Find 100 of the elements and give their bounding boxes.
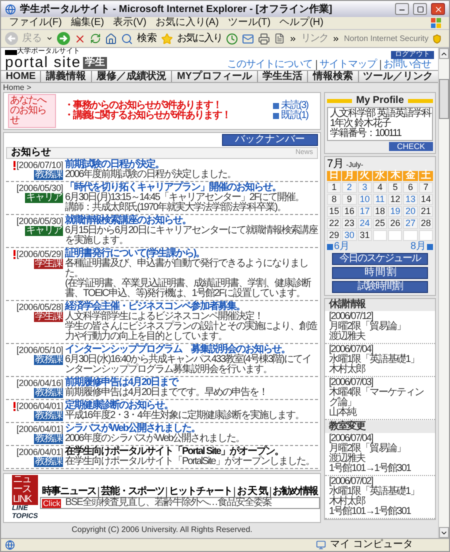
news-title[interactable]: 就職情報検索講座のお知らせ。 bbox=[65, 216, 318, 226]
nav-item[interactable]: HOME bbox=[1, 71, 40, 82]
menu-item[interactable]: ツール(T) bbox=[228, 18, 271, 28]
printer-icon[interactable] bbox=[258, 32, 270, 44]
calendar-day[interactable]: 10 bbox=[358, 194, 372, 205]
more-icon[interactable] bbox=[289, 34, 297, 42]
search-button[interactable]: 検索 bbox=[137, 34, 157, 44]
calendar-day[interactable]: 14 bbox=[418, 194, 433, 205]
news-body: 2006年度前期試験の日程が決定しました。 bbox=[65, 170, 238, 180]
ticker-tab[interactable]: ヒットチャート bbox=[166, 487, 234, 497]
calendar-day[interactable]: 20 bbox=[403, 206, 418, 217]
calendar-day[interactable]: 28 bbox=[418, 218, 433, 229]
news-title[interactable]: 前期試験の日程が決定。 bbox=[65, 160, 318, 170]
maximize-button[interactable] bbox=[413, 3, 427, 15]
calendar-day[interactable]: 21 bbox=[418, 206, 433, 217]
entry-text: [2006/07/03] bbox=[329, 378, 374, 388]
calendar-day[interactable]: 6 bbox=[403, 182, 418, 193]
calendar-day[interactable]: 17 bbox=[358, 206, 372, 217]
previous-month-link[interactable]: 6月 bbox=[327, 242, 350, 252]
history-icon[interactable] bbox=[226, 32, 238, 44]
calendar-day[interactable]: 5 bbox=[388, 182, 402, 193]
close-button[interactable] bbox=[431, 3, 445, 15]
document-icon[interactable] bbox=[274, 33, 285, 44]
calendar-day[interactable]: 18 bbox=[372, 206, 388, 217]
menu-item[interactable]: お気に入り(A) bbox=[155, 18, 219, 28]
calendar-day[interactable]: 15 bbox=[327, 206, 342, 217]
schedule-button[interactable]: 今日のスケジュール bbox=[332, 253, 428, 265]
calendar-day[interactable]: 30 bbox=[342, 230, 357, 241]
scroll-down-button[interactable] bbox=[439, 527, 449, 538]
calendar-day[interactable]: 8 bbox=[327, 194, 342, 205]
calendar-day[interactable]: 23 bbox=[342, 218, 357, 229]
nav-item[interactable]: MYプロフィール bbox=[171, 71, 257, 82]
calendar-day[interactable]: 25 bbox=[372, 218, 388, 229]
security-toolbar-button[interactable]: Norton Internet Security bbox=[344, 34, 428, 44]
notice-link[interactable]: 既読(1) bbox=[272, 111, 308, 121]
computer-icon bbox=[316, 540, 326, 550]
calendar-day[interactable]: 2 bbox=[342, 182, 357, 193]
calendar-day[interactable]: 27 bbox=[403, 218, 418, 229]
refresh-icon[interactable] bbox=[90, 33, 101, 44]
news-title[interactable]: インターンシッププログラム 募集説明会のお知らせ。 bbox=[65, 345, 318, 355]
news-title[interactable]: 証明書発行について(学生課から)。 bbox=[65, 249, 318, 259]
mail-icon[interactable] bbox=[242, 32, 254, 44]
news-title[interactable]: 前期履修申告は4月20日まで bbox=[65, 378, 318, 388]
home-icon[interactable] bbox=[105, 32, 117, 44]
ticker-tab[interactable]: お 天 気 bbox=[234, 487, 270, 497]
entry-text: 渡辺雅夫 bbox=[329, 454, 366, 464]
calendar-day[interactable]: 26 bbox=[388, 218, 402, 229]
star-icon[interactable] bbox=[161, 32, 173, 44]
favorites-button[interactable]: お気に入り bbox=[177, 34, 222, 44]
forward-arrow-icon[interactable] bbox=[57, 32, 70, 45]
calendar-day[interactable]: 19 bbox=[388, 206, 402, 217]
scroll-up-button[interactable] bbox=[439, 48, 449, 59]
search-icon[interactable] bbox=[121, 32, 133, 44]
calendar-day[interactable]: 31 bbox=[358, 230, 372, 241]
check-button[interactable]: CHECK bbox=[388, 142, 433, 151]
news-date: [2006/04/01] bbox=[16, 447, 63, 457]
nav-item[interactable]: 学生生活 bbox=[256, 71, 308, 82]
click-badge[interactable]: Click bbox=[42, 498, 62, 508]
ticker-tab[interactable]: お勧め情報 bbox=[270, 487, 320, 497]
minimize-button[interactable] bbox=[395, 3, 409, 15]
calendar-day[interactable]: 22 bbox=[327, 218, 342, 229]
nav-item[interactable]: 履修／成績状況 bbox=[90, 71, 172, 82]
entry-text: 1号館101→1号館301 bbox=[329, 464, 412, 474]
more-icon[interactable] bbox=[332, 34, 340, 42]
header-link[interactable]: このサイトについて bbox=[224, 60, 316, 70]
calendar-day[interactable]: 7 bbox=[418, 182, 433, 193]
calendar-day[interactable]: 9 bbox=[342, 194, 357, 205]
ticker-tab[interactable]: 芸能・スポーツ bbox=[98, 487, 166, 497]
menu-item[interactable]: 編集(E) bbox=[70, 18, 104, 28]
calendar-day[interactable]: 3 bbox=[358, 182, 372, 193]
calendar-day[interactable]: 12 bbox=[388, 194, 402, 205]
calendar-day[interactable]: 4 bbox=[372, 182, 388, 193]
stop-icon[interactable] bbox=[74, 32, 86, 44]
menu-item[interactable]: ヘルプ(H) bbox=[280, 18, 324, 28]
calendar-day[interactable]: 24 bbox=[358, 218, 372, 229]
schedule-button[interactable]: 時 間 割 bbox=[332, 267, 428, 279]
ticker-headline[interactable]: BSE全頭検査見直し、若齢牛除外へ…食品安全委案 bbox=[65, 498, 272, 508]
scroll-thumb[interactable] bbox=[439, 79, 449, 119]
news-title[interactable]: 「時代を切り拓くキャリアプラン」開催のお知らせ。 bbox=[65, 183, 318, 193]
nav-item[interactable]: 講義情報 bbox=[40, 71, 91, 82]
section-heading: 休講情報 bbox=[325, 299, 435, 311]
calendar-day[interactable]: 16 bbox=[342, 206, 357, 217]
back-number-button[interactable]: バックナンバー bbox=[222, 134, 318, 146]
menu-item[interactable]: 表示(V) bbox=[113, 18, 146, 28]
nav-item[interactable]: 情報検索 bbox=[307, 71, 358, 82]
news-title[interactable]: 経済学会主催・ビジネスコンペ参加者募集。 bbox=[65, 302, 318, 312]
schedule-button[interactable]: 試験時間割 bbox=[332, 281, 428, 293]
calendar-day[interactable]: 1 bbox=[327, 182, 342, 193]
news-title[interactable]: シラバスがWeb公開されました。 bbox=[65, 424, 318, 434]
calendar-day[interactable]: 13 bbox=[403, 194, 418, 205]
ticker-tab[interactable]: 時事ニュース bbox=[40, 487, 98, 497]
entry-text: 山本純 bbox=[329, 408, 358, 418]
menu-item[interactable]: ファイル(F) bbox=[9, 18, 62, 28]
profile-title: My Profile bbox=[356, 95, 404, 106]
news-body: 各種証明書及び、申込書が自動で発行できるようになりました。 bbox=[65, 259, 308, 279]
notice-link[interactable]: 未読(3) bbox=[272, 101, 308, 111]
calendar-day[interactable]: 11 bbox=[372, 194, 388, 205]
news-title[interactable]: 定期健康診断のお知らせ。 bbox=[65, 401, 318, 411]
next-month-link[interactable]: 8月 bbox=[410, 242, 433, 252]
calendar-day[interactable]: 29 bbox=[327, 230, 342, 241]
